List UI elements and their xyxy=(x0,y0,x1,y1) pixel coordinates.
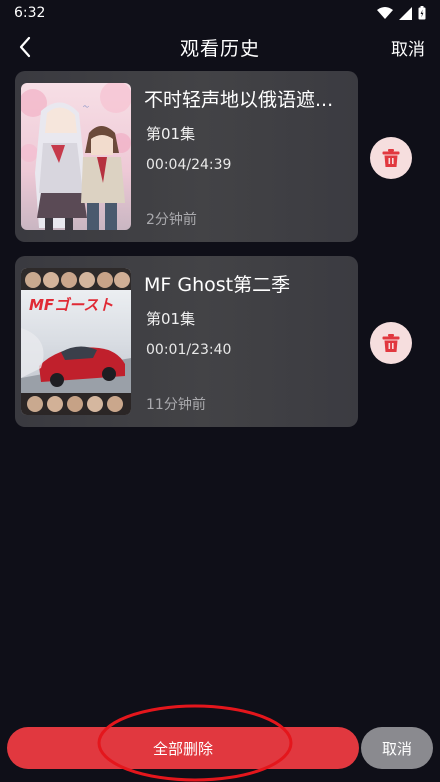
anime-cover-art: MFゴースト xyxy=(21,268,131,415)
cancel-button-top[interactable]: 取消 xyxy=(391,35,425,60)
status-icons xyxy=(377,6,426,20)
trash-icon xyxy=(382,334,400,352)
battery-icon xyxy=(418,6,426,20)
cover-image: 〜 xyxy=(21,83,131,230)
history-item: 〜 不时轻声地以俄语遮... 第01集 00:04/24:39 2分钟前 xyxy=(15,71,425,256)
signal-icon xyxy=(399,6,412,20)
status-bar: 6:32 xyxy=(0,0,440,26)
history-item-time-ago: 11分钟前 xyxy=(146,397,206,413)
anime-cover-art: 〜 xyxy=(21,83,131,230)
wifi-icon xyxy=(377,6,393,19)
history-item-episode: 第01集 xyxy=(146,310,196,328)
history-list: 〜 不时轻声地以俄语遮... 第01集 00:04/24:39 2分钟前 MFゴ… xyxy=(15,71,425,441)
delete-item-button[interactable] xyxy=(370,137,412,179)
page-title: 观看历史 xyxy=(179,38,260,60)
cover-logo-text: MFゴースト xyxy=(29,296,113,314)
history-item-time-ago: 2分钟前 xyxy=(146,212,197,228)
history-card[interactable]: 〜 不时轻声地以俄语遮... 第01集 00:04/24:39 2分钟前 xyxy=(15,71,358,242)
status-time: 6:32 xyxy=(14,5,46,21)
header: 观看历史 取消 xyxy=(0,26,440,68)
delete-all-button[interactable]: 全部删除 xyxy=(7,727,359,769)
cover-image: MFゴースト xyxy=(21,268,131,415)
delete-item-button[interactable] xyxy=(370,322,412,364)
history-card[interactable]: MFゴースト MF Ghost第二季 第01集 00:01/23:40 11分钟… xyxy=(15,256,358,427)
history-item-title: 不时轻声地以俄语遮... xyxy=(144,89,334,111)
history-item-title: MF Ghost第二季 xyxy=(144,274,291,296)
history-item: MFゴースト MF Ghost第二季 第01集 00:01/23:40 11分钟… xyxy=(15,256,425,441)
cancel-button-bottom[interactable]: 取消 xyxy=(361,727,433,769)
history-item-progress: 00:01/23:40 xyxy=(146,342,232,358)
watch-history-screen: 6:32 观看历史 取消 〜 不时轻声地以俄语遮... 第01集 00:04/2… xyxy=(0,0,440,782)
svg-text:〜: 〜 xyxy=(83,104,89,111)
history-item-progress: 00:04/24:39 xyxy=(146,157,232,173)
history-item-episode: 第01集 xyxy=(146,125,196,143)
trash-icon xyxy=(382,149,400,167)
